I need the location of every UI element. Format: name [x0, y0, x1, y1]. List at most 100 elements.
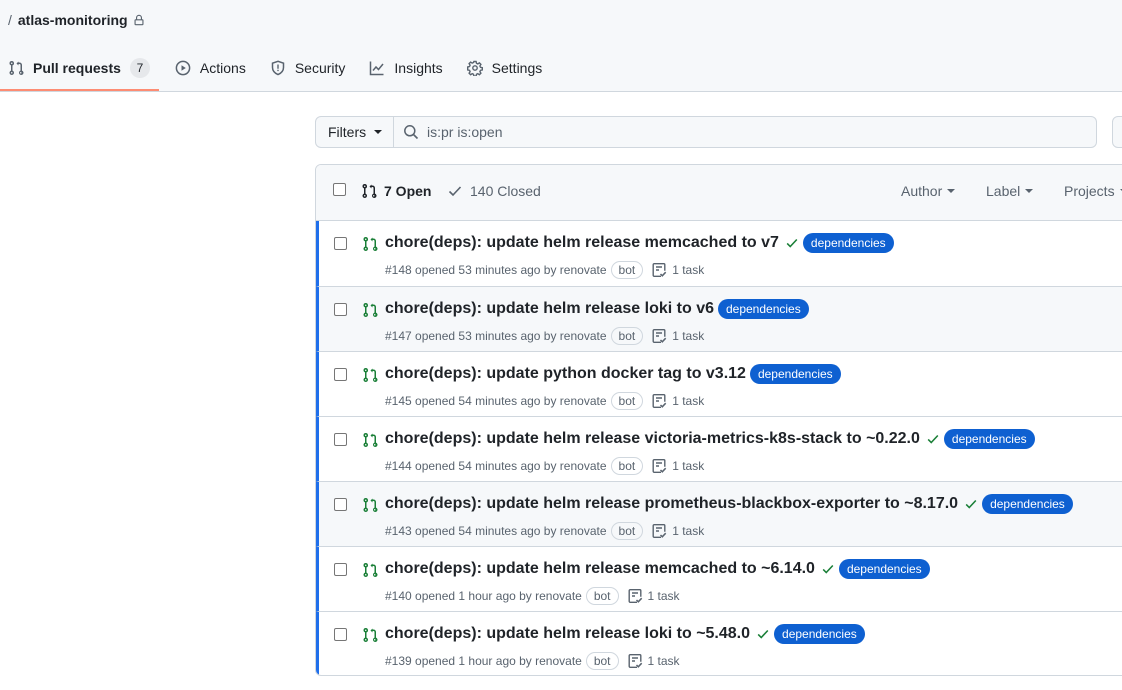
pr-meta-text: #140 opened 1 hour ago by renovate [385, 589, 582, 603]
pr-select-checkbox[interactable] [334, 368, 347, 381]
closed-filter-link[interactable]: 140 Closed [447, 183, 541, 199]
dependencies-label[interactable]: dependencies [802, 233, 894, 253]
pr-meta: #147 opened 53 minutes ago by renovate b… [385, 327, 704, 345]
checklist-icon [628, 589, 642, 603]
tab-settings[interactable]: Settings [459, 52, 551, 84]
pull-request-rows: chore(deps): update helm release memcach… [316, 221, 1122, 675]
pull-request-row: chore(deps): update helm release loki to… [316, 611, 1122, 675]
tab-label: Insights [394, 60, 443, 76]
pr-title-line: chore(deps): update helm release prometh… [385, 494, 1073, 514]
pr-title-link[interactable]: chore(deps): update helm release loki to… [385, 300, 714, 318]
tab-security[interactable]: Security [262, 52, 354, 84]
pr-meta-text: #145 opened 54 minutes ago by renovate [385, 394, 607, 408]
open-filter-link[interactable]: 7 Open [361, 183, 431, 199]
author-filter-dropdown[interactable]: Author [901, 183, 956, 199]
pr-title-link[interactable]: chore(deps): update python docker tag to… [385, 365, 746, 383]
pr-title-line: chore(deps): update helm release memcach… [385, 233, 894, 253]
tab-pull-requests[interactable]: Pull requests 7 [0, 52, 159, 91]
lock-icon [133, 14, 145, 26]
caret-down-icon [1025, 189, 1034, 193]
dependencies-label[interactable]: dependencies [774, 624, 865, 644]
task-progress[interactable]: 1 task [627, 653, 680, 669]
label-filter-dropdown[interactable]: Label [986, 183, 1034, 199]
tab-label: Settings [491, 60, 543, 76]
bot-badge: bot [610, 392, 644, 410]
check-passed-icon[interactable] [926, 432, 940, 446]
task-count: 1 task [647, 589, 680, 603]
open-pull-request-icon [362, 302, 378, 321]
pr-meta: #144 opened 54 minutes ago by renovate b… [385, 457, 704, 475]
filters-dropdown-button[interactable]: Filters [315, 116, 394, 148]
pr-title-link[interactable]: chore(deps): update helm release victori… [385, 430, 920, 448]
author-filter-label: Author [901, 183, 943, 199]
task-count: 1 task [672, 263, 705, 277]
check-icon [448, 186, 462, 197]
pr-select-checkbox[interactable] [334, 498, 347, 511]
pr-select-checkbox[interactable] [334, 237, 347, 250]
select-all-checkbox[interactable] [333, 183, 346, 196]
task-count: 1 task [647, 654, 680, 668]
pr-meta-text: #144 opened 54 minutes ago by renovate [385, 459, 607, 473]
pr-meta: #143 opened 54 minutes ago by renovate b… [385, 522, 704, 540]
check-passed-icon[interactable] [756, 627, 770, 641]
pr-meta: #148 opened 53 minutes ago by renovate b… [385, 261, 704, 279]
open-pull-request-icon [362, 627, 378, 646]
projects-filter-dropdown[interactable]: Projects [1064, 183, 1122, 199]
pull-request-row: chore(deps): update python docker tag to… [316, 351, 1122, 416]
search-box[interactable] [394, 116, 1097, 148]
closed-count-label: 140 Closed [470, 183, 541, 199]
repo-name-link[interactable]: atlas-monitoring [18, 12, 128, 28]
open-pull-request-icon [362, 562, 378, 581]
label-filter-label: Label [986, 183, 1021, 199]
dependencies-label[interactable]: dependencies [838, 559, 930, 579]
search-input[interactable] [427, 124, 1027, 140]
pr-select-checkbox[interactable] [334, 563, 347, 576]
check-passed-icon[interactable] [821, 562, 835, 576]
dependencies-label[interactable]: dependencies [943, 429, 1035, 449]
pr-title-line: chore(deps): update helm release loki to… [385, 299, 809, 319]
labels-button[interactable] [1112, 116, 1122, 148]
task-progress[interactable]: 1 task [651, 262, 704, 278]
caret-down-icon [374, 130, 383, 134]
dependencies-label[interactable]: dependencies [749, 364, 841, 384]
open-pull-request-icon [362, 236, 378, 255]
pr-select-checkbox[interactable] [334, 433, 347, 446]
checklist-icon [652, 263, 667, 277]
bot-badge: bot [610, 522, 644, 540]
pr-title-line: chore(deps): update helm release victori… [385, 429, 1035, 449]
task-progress[interactable]: 1 task [651, 458, 704, 474]
open-pull-request-icon [362, 432, 378, 451]
pr-title-link[interactable]: chore(deps): update helm release memcach… [385, 560, 815, 578]
pull-request-row: chore(deps): update helm release victori… [316, 416, 1122, 481]
pr-select-checkbox[interactable] [334, 628, 347, 641]
check-passed-icon[interactable] [964, 497, 978, 511]
pull-request-row: chore(deps): update helm release loki to… [316, 286, 1122, 351]
pr-title-link[interactable]: chore(deps): update helm release memcach… [385, 234, 779, 252]
tab-actions[interactable]: Actions [167, 52, 254, 84]
pull-request-icon [9, 60, 24, 76]
pr-title-link[interactable]: chore(deps): update helm release loki to… [385, 625, 750, 643]
task-progress[interactable]: 1 task [627, 588, 680, 604]
pr-meta: #139 opened 1 hour ago by renovate bot 1… [385, 652, 680, 670]
dependencies-label[interactable]: dependencies [717, 299, 809, 319]
graph-icon [370, 61, 385, 76]
caret-down-icon [947, 189, 956, 193]
pr-meta: #145 opened 54 minutes ago by renovate b… [385, 392, 704, 410]
task-count: 1 task [672, 394, 705, 408]
pr-meta-text: #143 opened 54 minutes ago by renovate [385, 524, 607, 538]
task-progress[interactable]: 1 task [651, 393, 704, 409]
dependencies-label[interactable]: dependencies [982, 494, 1073, 514]
task-progress[interactable]: 1 task [651, 328, 704, 344]
check-passed-icon[interactable] [785, 236, 799, 250]
pr-meta-text: #148 opened 53 minutes ago by renovate [385, 263, 607, 277]
pull-request-row: chore(deps): update helm release memcach… [316, 221, 1122, 286]
task-progress[interactable]: 1 task [651, 523, 704, 539]
repo-tabs: Pull requests 7 Actions Security Insight… [0, 52, 550, 92]
tab-insights[interactable]: Insights [361, 52, 450, 84]
pr-title-link[interactable]: chore(deps): update helm release prometh… [385, 495, 958, 513]
task-count: 1 task [672, 524, 705, 538]
pr-select-checkbox[interactable] [334, 303, 347, 316]
pr-meta-text: #139 opened 1 hour ago by renovate [385, 654, 582, 668]
bot-badge: bot [610, 261, 644, 279]
tab-label: Pull requests [33, 60, 121, 76]
